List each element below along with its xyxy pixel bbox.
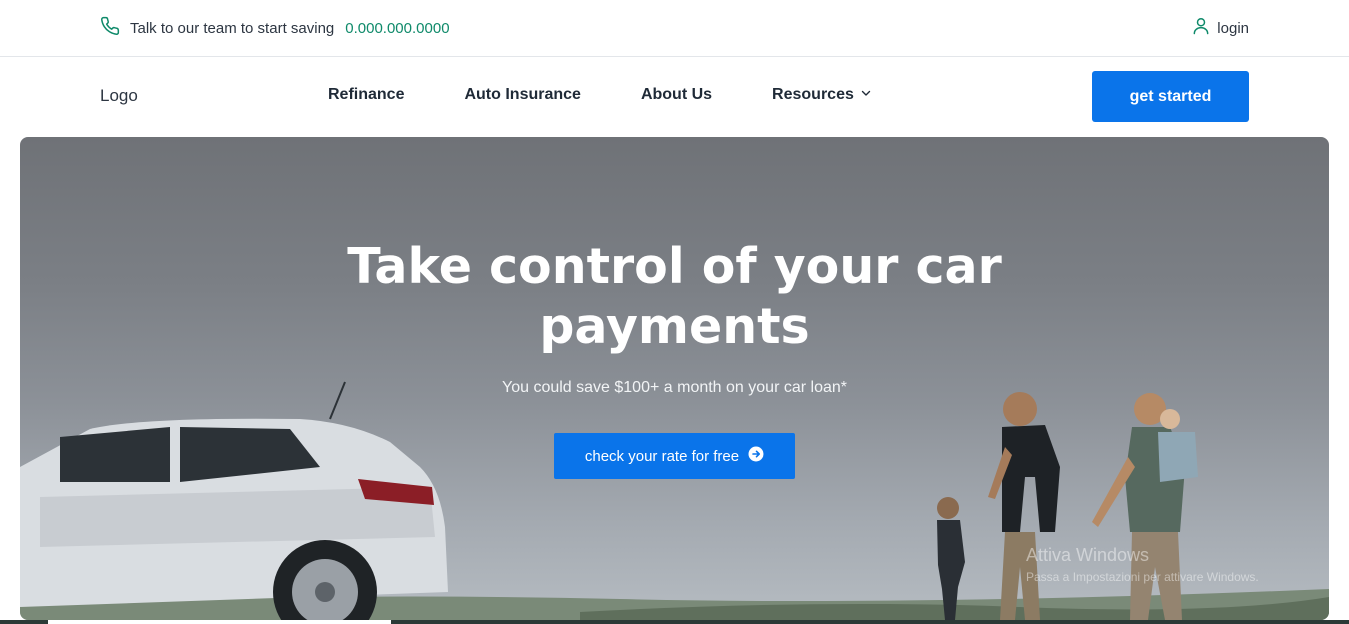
nav-item-auto-insurance[interactable]: Auto Insurance	[464, 86, 580, 104]
get-started-button[interactable]: get started	[1092, 71, 1249, 122]
hero-banner: Take control of your car payments You co…	[20, 137, 1329, 620]
nav-item-label: Auto Insurance	[464, 86, 581, 103]
hero-content: Take control of your car payments You co…	[20, 237, 1329, 479]
nav-item-resources[interactable]: Resources	[772, 86, 872, 104]
nav-item-refinance[interactable]: Refinance	[328, 86, 404, 104]
user-icon	[1191, 16, 1217, 40]
nav-item-label: Resources	[772, 86, 854, 103]
arrow-right-circle-icon	[739, 446, 764, 466]
os-activation-watermark: Attiva Windows Passa a Impostazioni per …	[1026, 545, 1259, 584]
nav-menu: Refinance Auto Insurance About Us Resour…	[328, 86, 872, 104]
phone-number-link[interactable]: 0.000.000.0000	[345, 20, 449, 37]
nav-item-about-us[interactable]: About Us	[641, 86, 712, 104]
bottom-edge-strip	[0, 620, 1349, 624]
hero-subtitle: You could save $100+ a month on your car…	[502, 379, 847, 396]
check-rate-label: check your rate for free	[584, 447, 740, 465]
nav-item-label: Refinance	[328, 86, 405, 103]
main-navigation: Logo Refinance Auto Insurance About Us R…	[0, 57, 1349, 137]
bottom-edge-highlight	[48, 620, 391, 624]
watermark-title: Attiva Windows	[1026, 545, 1150, 565]
hero-title: Take control of your car payments	[347, 238, 1002, 355]
watermark-subtitle: Passa a Impostazioni per attivare Window…	[1026, 570, 1259, 584]
check-rate-button[interactable]: check your rate for free	[554, 433, 795, 479]
login-label: login	[1217, 19, 1249, 37]
phone-icon	[100, 16, 130, 41]
top-contact-bar: Talk to our team to start saving 0.000.0…	[0, 0, 1349, 57]
logo[interactable]: Logo	[100, 86, 138, 106]
nav-item-label: About Us	[640, 86, 713, 103]
contact-text: Talk to our team to start saving	[130, 19, 335, 37]
contact-info: Talk to our team to start saving 0.000.0…	[100, 16, 450, 40]
chevron-down-icon	[854, 86, 872, 104]
login-link[interactable]: login	[1191, 16, 1249, 40]
